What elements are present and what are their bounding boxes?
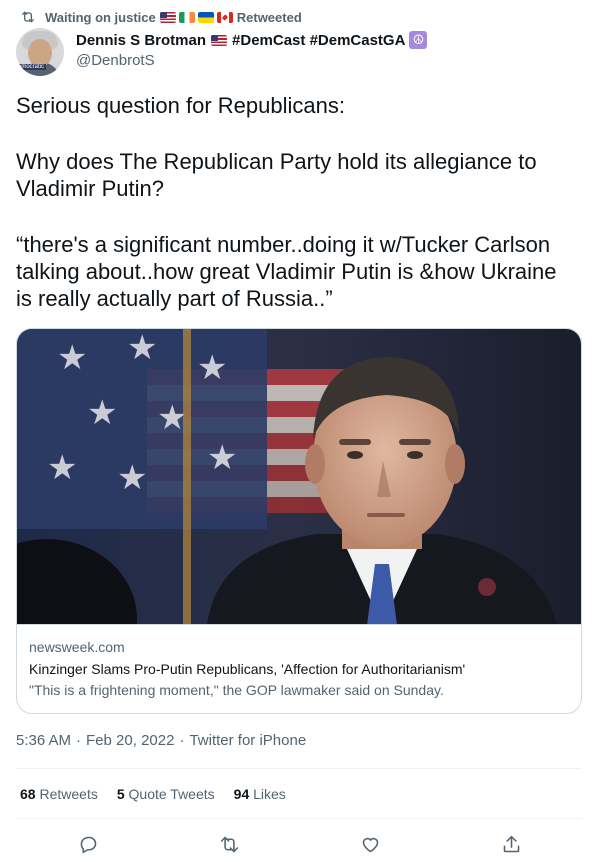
ukraine-flag-icon xyxy=(197,11,214,23)
divider xyxy=(16,818,582,819)
likes-stat[interactable]: 94 Likes xyxy=(234,786,286,802)
retweet-icon xyxy=(220,836,239,852)
quote-tweets-count: 5 xyxy=(116,786,125,802)
divider xyxy=(16,768,582,769)
peace-sign-icon: ☮ xyxy=(409,31,428,49)
svg-text:★: ★ xyxy=(47,448,77,488)
svg-text:★: ★ xyxy=(57,338,87,378)
author-name-text: Dennis S Brotman xyxy=(76,31,207,49)
quote-tweets-stat[interactable]: 5 Quote Tweets xyxy=(117,786,215,802)
retweets-stat[interactable]: 68 Retweets xyxy=(20,786,98,802)
card-title[interactable]: Kinzinger Slams Pro-Putin Republicans, '… xyxy=(29,660,569,678)
card-description: "This is a frightening moment," the GOP … xyxy=(29,682,444,698)
reply-button[interactable] xyxy=(71,826,107,862)
tweet-source[interactable]: Twitter for iPhone xyxy=(189,732,306,749)
separator: · xyxy=(76,732,82,749)
retweet-button[interactable] xyxy=(212,826,248,862)
share-button[interactable] xyxy=(494,826,530,862)
canada-flag-icon xyxy=(216,11,233,23)
author-names: Dennis S Brotman #DemCast #DemCastGA ☮ @… xyxy=(76,31,428,69)
tweet-date[interactable]: Feb 20, 2022 xyxy=(86,732,174,749)
svg-text:★: ★ xyxy=(127,329,157,368)
author-handle[interactable]: @DenbrotS xyxy=(76,52,427,69)
svg-text:★: ★ xyxy=(87,393,117,433)
tweet-stats: 68 Retweets 5 Quote Tweets 94 Likes xyxy=(20,786,305,802)
retweets-label: Retweets xyxy=(39,786,98,802)
share-icon xyxy=(503,835,520,852)
author-display-name[interactable]: Dennis S Brotman #DemCast #DemCastGA ☮ xyxy=(76,31,428,49)
tweet-author: emocratic Dennis S Brotman #DemCast #Dem… xyxy=(16,28,428,76)
retweets-count: 68 xyxy=(20,786,36,802)
tweet-text: Serious question for Republicans: Why do… xyxy=(16,92,578,312)
us-flag-icon xyxy=(159,11,176,23)
card-domain: newsweek.com xyxy=(29,639,125,655)
retweeted-label: Retweeted xyxy=(236,9,302,25)
tweet-time[interactable]: 5:36 AM xyxy=(16,732,71,749)
svg-text:★: ★ xyxy=(207,438,237,478)
link-preview-card[interactable]: ★ ★ ★ ★ ★ ★ ★ ★ newsweek.com Kinzinger S… xyxy=(16,328,582,714)
retweeter-name[interactable]: Waiting on justice xyxy=(45,10,156,25)
likes-label: Likes xyxy=(253,786,286,802)
like-icon xyxy=(362,837,379,852)
ireland-flag-icon xyxy=(178,11,195,23)
likes-count: 94 xyxy=(233,786,250,802)
avatar-face-shape xyxy=(28,39,52,67)
svg-text:★: ★ xyxy=(117,458,147,498)
card-meta: newsweek.com Kinzinger Slams Pro-Putin R… xyxy=(17,625,581,699)
tweet-paragraph: Serious question for Republicans: xyxy=(16,93,345,118)
quote-tweets-label: Quote Tweets xyxy=(128,786,215,802)
us-flag-icon xyxy=(211,34,228,46)
tweet-actions xyxy=(16,826,582,862)
svg-text:★: ★ xyxy=(157,398,187,438)
author-name-hashtags: #DemCast #DemCastGA xyxy=(232,31,406,49)
svg-text:★: ★ xyxy=(197,348,227,388)
separator: · xyxy=(179,732,185,749)
like-button[interactable] xyxy=(353,826,389,862)
tweet-timestamp: 5:36 AM · Feb 20, 2022 · Twitter for iPh… xyxy=(16,732,306,749)
retweeter-flags xyxy=(159,11,233,23)
retweeted-by-header[interactable]: Waiting on justice Retweeted xyxy=(20,8,302,26)
card-image[interactable]: ★ ★ ★ ★ ★ ★ ★ ★ xyxy=(17,329,581,625)
retweet-icon xyxy=(22,11,34,23)
card-photo: ★ ★ ★ ★ ★ ★ ★ ★ xyxy=(17,329,581,624)
avatar[interactable]: emocratic xyxy=(16,28,64,76)
tweet-paragraph: “there's a significant number..doing it … xyxy=(16,232,557,311)
reply-icon xyxy=(80,836,97,853)
avatar-tag: emocratic xyxy=(16,64,47,70)
tweet-paragraph: Why does The Republican Party hold its a… xyxy=(16,149,537,201)
